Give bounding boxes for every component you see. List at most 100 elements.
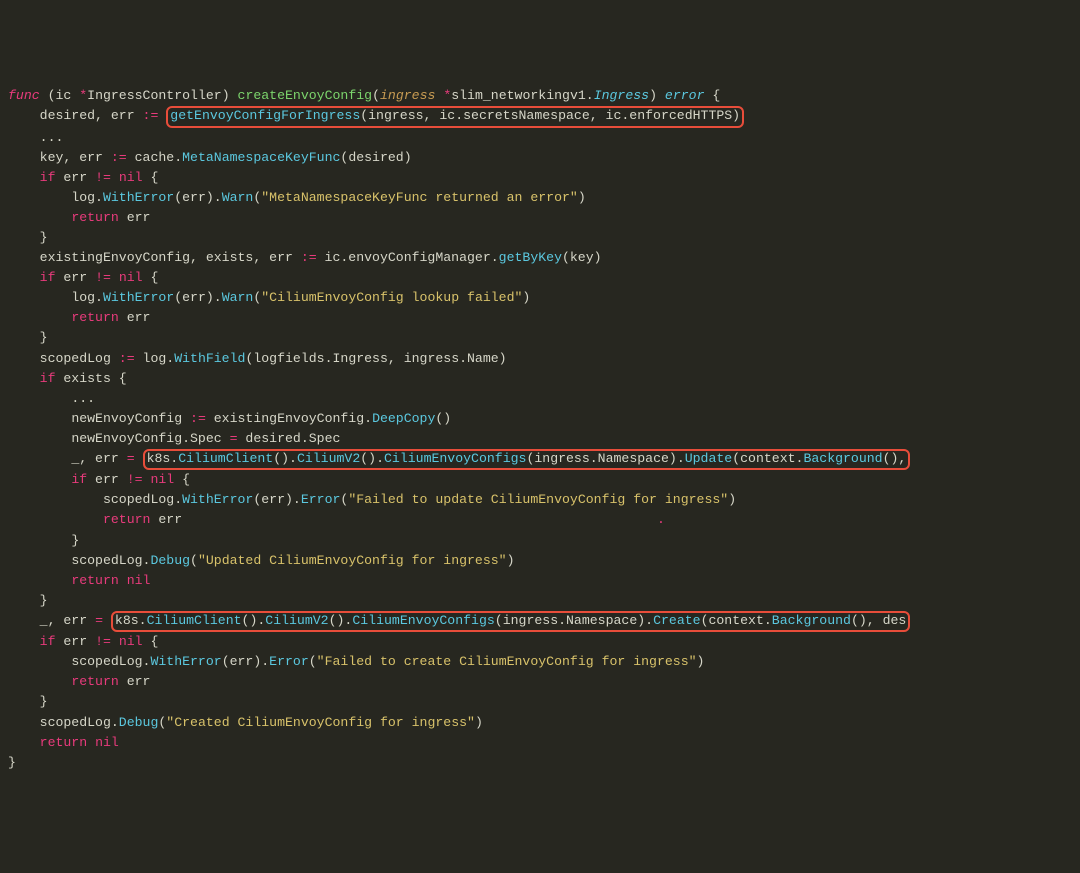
- code-line: scopedLog.WithError(err).Error("Failed t…: [8, 490, 1072, 510]
- code-token: "Failed to create CiliumEnvoyConfig for …: [317, 654, 697, 669]
- code-line: }: [8, 328, 1072, 348]
- code-block: func (ic *IngressController) createEnvoy…: [8, 86, 1072, 772]
- code-token: (context.: [701, 613, 772, 628]
- code-token: WithError: [182, 492, 253, 507]
- code-token: :=: [119, 351, 135, 366]
- code-token: log.: [71, 190, 103, 205]
- code-token: scopedLog.: [40, 715, 119, 730]
- code-token: Debug: [119, 715, 159, 730]
- code-token: ...: [40, 130, 64, 145]
- code-token: :=: [111, 150, 127, 165]
- code-token: ().: [329, 613, 353, 628]
- code-token: err: [55, 170, 95, 185]
- code-token: cache.: [127, 150, 182, 165]
- code-line: if err != nil {: [8, 470, 1072, 490]
- code-token: Error: [301, 492, 341, 507]
- code-token: getEnvoyConfigForIngress: [170, 108, 360, 123]
- code-token: (ingress.Namespace).: [495, 613, 653, 628]
- code-token: scopedLog.: [103, 492, 182, 507]
- code-token: err: [87, 472, 127, 487]
- code-line: scopedLog.Debug("Updated CiliumEnvoyConf…: [8, 551, 1072, 571]
- code-line: key, err := cache.MetaNamespaceKeyFunc(d…: [8, 148, 1072, 168]
- code-token: [87, 735, 95, 750]
- code-token: IngressController): [87, 88, 237, 103]
- code-token: (err).: [253, 492, 300, 507]
- code-token: :=: [301, 250, 317, 265]
- code-token: (desired): [340, 150, 411, 165]
- code-line: log.WithError(err).Warn("MetaNamespaceKe…: [8, 188, 1072, 208]
- code-token: (context.: [732, 451, 803, 466]
- code-token: slim_networkingv1.: [451, 88, 593, 103]
- code-token: Create: [653, 613, 700, 628]
- code-token: WithError: [103, 190, 174, 205]
- code-token: !=: [95, 170, 111, 185]
- code-line: scopedLog := log.WithField(logfields.Ing…: [8, 349, 1072, 369]
- code-token: return: [71, 674, 118, 689]
- code-token: !=: [95, 634, 111, 649]
- code-token: CiliumClient: [147, 613, 242, 628]
- code-token: "CiliumEnvoyConfig lookup failed": [261, 290, 522, 305]
- code-line: return err: [8, 672, 1072, 692]
- code-line: return nil: [8, 571, 1072, 591]
- code-token: (), des: [851, 613, 906, 628]
- code-token: (: [190, 553, 198, 568]
- code-line: ...: [8, 128, 1072, 148]
- code-line: return nil: [8, 733, 1072, 753]
- code-token: key, err: [40, 150, 111, 165]
- code-token: .: [657, 512, 665, 527]
- code-token: nil: [119, 170, 143, 185]
- code-token: [111, 634, 119, 649]
- highlight-box: getEnvoyConfigForIngress(ingress, ic.sec…: [166, 106, 744, 128]
- code-token: (): [435, 411, 451, 426]
- code-token: MetaNamespaceKeyFunc: [182, 150, 340, 165]
- code-token: CiliumEnvoyConfigs: [384, 451, 526, 466]
- code-token: err: [119, 210, 151, 225]
- code-token: "MetaNamespaceKeyFunc returned an error": [261, 190, 578, 205]
- code-line: _, err = k8s.CiliumClient().CiliumV2().C…: [8, 449, 1072, 471]
- code-token: return: [40, 735, 87, 750]
- code-line: }: [8, 228, 1072, 248]
- code-line: newEnvoyConfig.Spec = desired.Spec: [8, 429, 1072, 449]
- code-token: ic.envoyConfigManager.: [317, 250, 499, 265]
- code-token: desired.Spec: [238, 431, 341, 446]
- code-token: (ingress, ic.secretsNamespace, ic.enforc…: [360, 108, 740, 123]
- code-token: DeepCopy: [372, 411, 435, 426]
- code-token: CiliumClient: [178, 451, 273, 466]
- code-token: {: [143, 270, 159, 285]
- code-token: return: [103, 512, 150, 527]
- code-token: CiliumV2: [297, 451, 360, 466]
- code-token: Error: [269, 654, 309, 669]
- code-line: desired, err := getEnvoyConfigForIngress…: [8, 106, 1072, 128]
- code-token: ): [578, 190, 586, 205]
- code-token: log.: [135, 351, 175, 366]
- code-token: [111, 170, 119, 185]
- code-token: }: [40, 694, 48, 709]
- code-token: newEnvoyConfig: [71, 411, 190, 426]
- code-token: return: [71, 210, 118, 225]
- code-token: k8s.: [147, 451, 179, 466]
- code-token: if: [40, 170, 56, 185]
- code-token: scopedLog.: [71, 553, 150, 568]
- code-token: !=: [95, 270, 111, 285]
- code-line: return err .: [8, 510, 1072, 530]
- code-token: *: [79, 88, 87, 103]
- code-token: (ic: [48, 88, 80, 103]
- code-token: err: [119, 674, 151, 689]
- code-token: k8s.: [115, 613, 147, 628]
- code-token: if: [71, 472, 87, 487]
- code-token: Ingress: [594, 88, 649, 103]
- code-line: if err != nil {: [8, 168, 1072, 188]
- code-token: {: [143, 170, 159, 185]
- code-token: =: [230, 431, 238, 446]
- code-line: if err != nil {: [8, 632, 1072, 652]
- code-line: }: [8, 531, 1072, 551]
- code-token: (ingress.Namespace).: [526, 451, 684, 466]
- code-token: }: [8, 755, 16, 770]
- code-token: ().: [273, 451, 297, 466]
- code-token: nil: [119, 270, 143, 285]
- code-token: :=: [143, 108, 159, 123]
- code-token: WithError: [150, 654, 221, 669]
- code-token: Debug: [150, 553, 190, 568]
- code-token: if: [40, 371, 56, 386]
- code-token: (err).: [222, 654, 269, 669]
